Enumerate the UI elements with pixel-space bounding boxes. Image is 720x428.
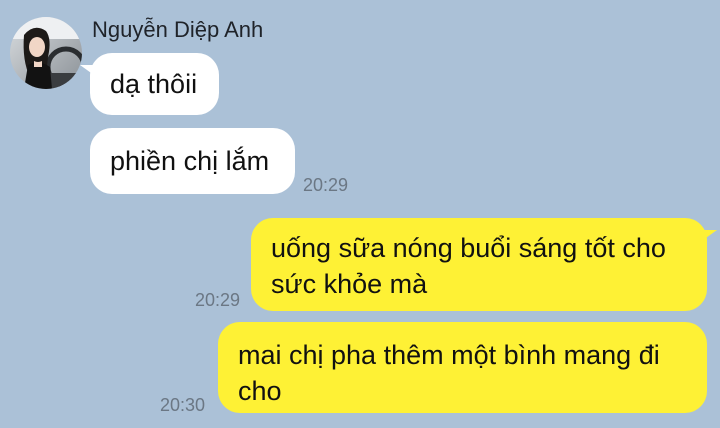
bubble-tail — [80, 65, 94, 75]
message-bubble-outgoing[interactable]: mai chị pha thêm một bình mang đi cho — [218, 322, 707, 413]
message-bubble-incoming[interactable]: dạ thôii — [80, 53, 219, 115]
message-timestamp: 20:30 — [160, 395, 206, 415]
message-text: dạ thôii — [110, 69, 198, 99]
message-bubble-outgoing[interactable]: uống sữa nóng buổi sáng tốt cho sức khỏe… — [251, 218, 717, 311]
contact-avatar[interactable] — [10, 17, 82, 89]
contact-name: Nguyễn Diệp Anh — [92, 17, 264, 42]
message-text: phiền chị lắm — [110, 146, 270, 176]
message-timestamp: 20:29 — [195, 290, 241, 310]
avatar-photo — [10, 17, 82, 89]
message-timestamp: 20:29 — [303, 175, 349, 195]
message-text: uống sữa nóng buổi sáng tốt cho sức khỏe… — [271, 233, 666, 299]
message-text: mai chị pha thêm một bình mang đi cho — [238, 340, 660, 406]
message-bubble-incoming[interactable]: phiền chị lắm — [90, 128, 295, 194]
bubble-tail — [703, 230, 717, 240]
